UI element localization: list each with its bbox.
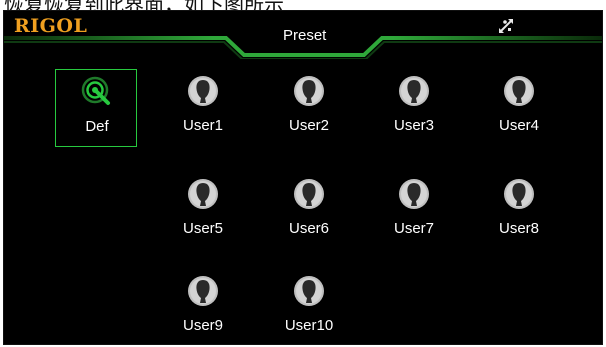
- usb-icon: [499, 19, 513, 33]
- user-icon: [293, 75, 325, 107]
- preset-label: Def: [85, 118, 109, 135]
- user-icon: [293, 178, 325, 210]
- user-icon: [398, 75, 430, 107]
- default-target-icon: [81, 76, 113, 108]
- document-caption: 恢复恢复到此界面，如下图所示: [0, 0, 606, 10]
- preset-label: User10: [284, 317, 334, 334]
- title-bar: RIGOL Preset: [4, 11, 602, 59]
- preset-label: User2: [288, 117, 329, 134]
- preset-tile-user7[interactable]: User7: [373, 172, 455, 250]
- instrument-screen: RIGOL Preset Def User1 User2 User3 User4 User…: [3, 10, 603, 345]
- preset-tile-user4[interactable]: User4: [478, 69, 560, 147]
- user-icon: [503, 178, 535, 210]
- preset-tile-def[interactable]: Def: [55, 69, 137, 147]
- preset-tile-user10[interactable]: User10: [268, 269, 350, 344]
- preset-label: User9: [182, 317, 223, 334]
- preset-label: User3: [393, 117, 434, 134]
- preset-tile-user2[interactable]: User2: [268, 69, 350, 147]
- preset-label: User4: [498, 117, 539, 134]
- user-icon: [187, 275, 219, 307]
- preset-tile-user9[interactable]: User9: [162, 269, 244, 344]
- user-icon: [398, 178, 430, 210]
- preset-tile-user3[interactable]: User3: [373, 69, 455, 147]
- caption-text: 恢复恢复到此界面，如下图所示: [4, 0, 284, 10]
- rigol-logo: RIGOL: [14, 15, 88, 37]
- user-icon: [293, 275, 325, 307]
- preset-label: User1: [182, 117, 223, 134]
- user-icon: [187, 75, 219, 107]
- user-icon: [187, 178, 219, 210]
- preset-tile-user1[interactable]: User1: [162, 69, 244, 147]
- preset-tile-user6[interactable]: User6: [268, 172, 350, 250]
- preset-label: User5: [182, 220, 223, 237]
- preset-tile-user8[interactable]: User8: [478, 172, 560, 250]
- preset-label: User6: [288, 220, 329, 237]
- preset-tile-user5[interactable]: User5: [162, 172, 244, 250]
- preset-label: User8: [498, 220, 539, 237]
- user-icon: [503, 75, 535, 107]
- page-title: Preset: [283, 27, 327, 44]
- preset-label: User7: [393, 220, 434, 237]
